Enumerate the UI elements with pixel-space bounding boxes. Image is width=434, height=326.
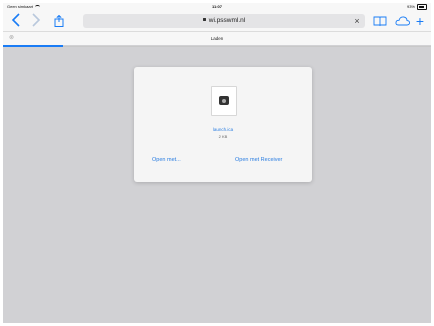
open-with-button[interactable]: Open met... [152, 157, 181, 163]
forward-button[interactable] [29, 13, 43, 29]
bookmarks-icon [373, 16, 387, 27]
browser-window: Geen simkaart 11:07 93% wi.psswml.nl × +… [3, 3, 431, 323]
back-button[interactable] [9, 13, 23, 29]
loading-progress-bar [3, 45, 63, 47]
browser-chrome: Geen simkaart 11:07 93% wi.psswml.nl × +… [3, 3, 431, 47]
address-bar[interactable]: wi.psswml.nl × [83, 14, 365, 28]
open-with-receiver-button[interactable]: Open met Receiver [235, 157, 282, 163]
forward-icon [32, 13, 41, 27]
file-name: launch.ica [212, 127, 234, 132]
lock-icon [202, 18, 206, 22]
bookmarks-button[interactable] [373, 14, 387, 28]
status-bar: Geen simkaart 11:07 93% [3, 3, 431, 11]
battery-percent: 93% [406, 4, 415, 9]
tab-bar: ⊗ Laden [3, 31, 431, 47]
file-icon [211, 86, 237, 116]
share-icon [54, 15, 64, 27]
tab-title[interactable]: Laden [3, 32, 431, 46]
download-card: launch.ica 2 KB Open met... Open met Rec… [134, 67, 312, 182]
url-text: wi.psswml.nl [208, 17, 246, 24]
status-right: 93% [407, 3, 427, 11]
file-size: 2 KB [218, 134, 228, 139]
stop-loading-button[interactable]: × [349, 14, 365, 28]
cloud-icon [395, 16, 411, 26]
new-tab-button[interactable]: + [413, 14, 427, 28]
toolbar: wi.psswml.nl × + [3, 13, 431, 29]
icloud-tabs-button[interactable] [395, 14, 411, 28]
status-time: 11:07 [211, 4, 222, 9]
share-button[interactable] [53, 15, 67, 31]
receiver-app-icon [219, 96, 229, 105]
battery-icon [417, 4, 427, 10]
back-icon [11, 13, 20, 27]
